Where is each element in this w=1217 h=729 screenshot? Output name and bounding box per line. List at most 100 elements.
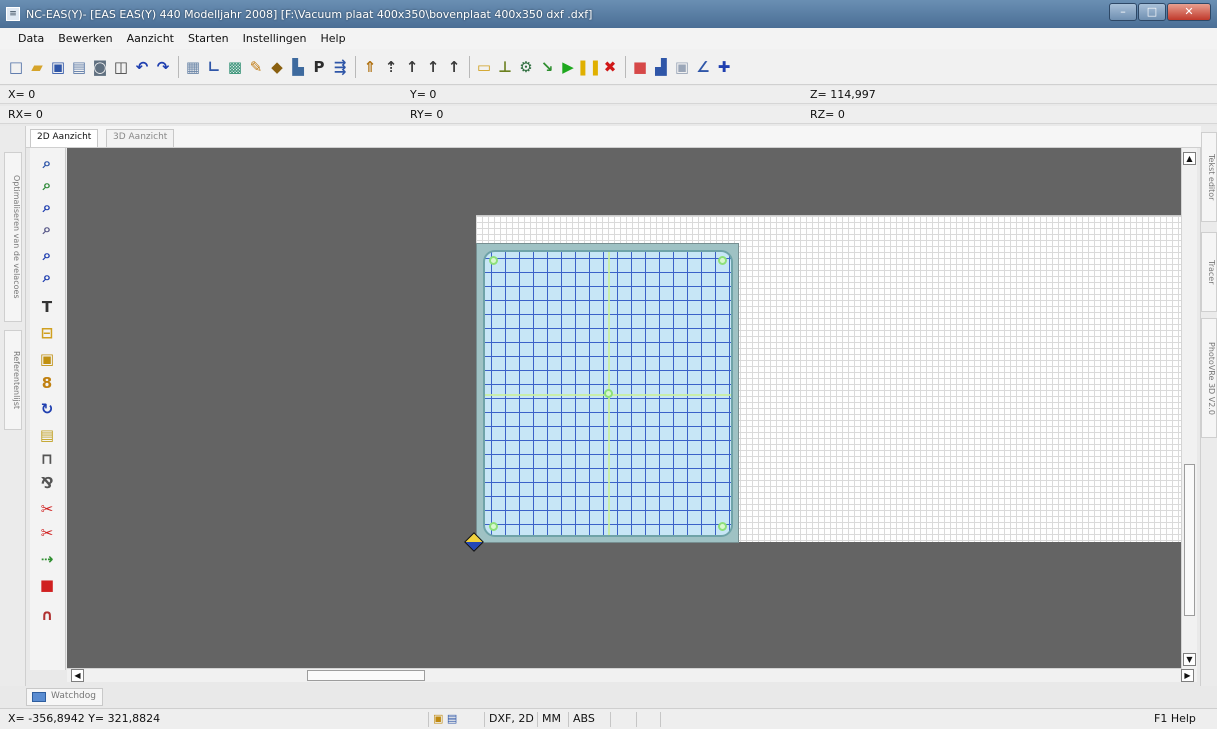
wrench-icon[interactable]: ✎ <box>246 56 266 78</box>
scroll-right-button[interactable]: ▶ <box>1181 669 1194 682</box>
redo-icon[interactable]: ↷ <box>153 56 173 78</box>
copy-icon[interactable]: ◫ <box>111 56 131 78</box>
mode-indicator: ABS <box>568 712 595 727</box>
dim-icon[interactable]: ▣ <box>672 56 692 78</box>
connect-icon[interactable]: ⇢ <box>36 548 58 570</box>
watchdog-tab[interactable]: Watchdog <box>26 688 103 706</box>
document-icon[interactable]: ▤ <box>69 56 89 78</box>
stop-icon[interactable]: ✖ <box>600 56 620 78</box>
frame-icon[interactable]: ▦ <box>183 56 203 78</box>
scroll-down-button[interactable]: ▼ <box>1183 653 1196 666</box>
watchdog-label: Watchdog <box>51 691 96 701</box>
axis-home-icon[interactable]: ⇑ <box>360 56 380 78</box>
x-readout: X= 0 <box>8 88 36 101</box>
open-folder-icon[interactable]: ▰ <box>27 56 47 78</box>
corner-hole <box>489 256 498 265</box>
corner-hole <box>718 522 727 531</box>
left-tab-referentenlijst[interactable]: Referentenlijst <box>4 330 22 430</box>
record-icon[interactable]: ■ <box>630 56 650 78</box>
vacuum-plate[interactable] <box>476 243 739 543</box>
drill-icon[interactable]: ⊓ <box>36 448 58 470</box>
close-button[interactable]: ✕ <box>1167 3 1211 21</box>
vacuum-grooves <box>483 250 733 537</box>
zoom-out-icon[interactable]: ⌕ <box>36 218 58 240</box>
monitor-icon <box>32 692 46 702</box>
grid-icon[interactable]: ▩ <box>225 56 245 78</box>
maximize-button[interactable]: □ <box>1138 3 1166 21</box>
rect-select-icon[interactable]: ▣ <box>36 348 58 370</box>
tab-2d-aanzicht[interactable]: 2D Aanzicht <box>30 129 99 147</box>
left-dock: Optimaliseren van de velacoes Referenten… <box>0 126 26 686</box>
move-icon[interactable]: ✚ <box>714 56 734 78</box>
horizontal-scroll-thumb[interactable] <box>307 670 425 681</box>
menu-help[interactable]: Help <box>321 32 346 45</box>
jump-icon[interactable]: ↘ <box>537 56 557 78</box>
mirror-icon[interactable]: ⅋ <box>36 472 58 494</box>
zoom-prev-icon[interactable]: ⌕ <box>36 244 58 266</box>
right-tab-tekst-editor[interactable]: Tekst editor <box>1201 132 1217 222</box>
status-bar: X= -356,8942 Y= 321,8824 ▣ ▤ DXF, 2D MM … <box>0 708 1217 729</box>
new-file-icon[interactable]: □ <box>6 56 26 78</box>
scroll-up-button[interactable]: ▲ <box>1183 152 1196 165</box>
drawing-canvas[interactable] <box>67 148 1181 668</box>
axis-z-icon[interactable]: ↑ <box>423 56 443 78</box>
tool-change-icon[interactable]: ◆ <box>267 56 287 78</box>
spindle-icon[interactable]: ⇶ <box>330 56 350 78</box>
book-icon[interactable]: ▙ <box>288 56 308 78</box>
right-tab-photovre[interactable]: PhotoVRe 3D V2.0 <box>1201 318 1217 438</box>
zoom-all-icon[interactable]: ⌕ <box>36 174 58 196</box>
camera-icon[interactable]: ◙ <box>90 56 110 78</box>
menu-bar: Data Bewerken Aanzicht Starten Instellin… <box>0 28 1217 49</box>
tab-3d-aanzicht[interactable]: 3D Aanzicht <box>106 129 175 147</box>
undo-icon[interactable]: ↶ <box>132 56 152 78</box>
layer-icon[interactable]: ▤ <box>36 424 58 446</box>
angle-icon[interactable]: ∠ <box>693 56 713 78</box>
scroll-left-button[interactable]: ◀ <box>71 669 84 682</box>
save-icon[interactable]: ▣ <box>48 56 68 78</box>
menu-starten[interactable]: Starten <box>188 32 229 45</box>
coords-row-xyz: X= 0 Y= 0 Z= 114,997 <box>0 86 1217 104</box>
help-hint: F1 Help <box>1154 712 1196 725</box>
program-icon[interactable]: P <box>309 56 329 78</box>
trim-icon[interactable]: ✂ <box>36 498 58 520</box>
right-dock: Tekst editor Tracer PhotoVRe 3D V2.0 <box>1200 126 1217 686</box>
text-tool-icon[interactable]: T <box>36 296 58 318</box>
play-icon[interactable]: ▶ <box>558 56 578 78</box>
left-tab-optimaliseren[interactable]: Optimaliseren van de velacoes <box>4 152 22 322</box>
menu-aanzicht[interactable]: Aanzicht <box>127 32 174 45</box>
menu-bewerken[interactable]: Bewerken <box>58 32 112 45</box>
zoom-next-icon[interactable]: ⌕ <box>36 266 58 288</box>
app-icon[interactable]: ≡ <box>6 7 20 21</box>
axis-x-icon[interactable]: ⇡ <box>381 56 401 78</box>
y-readout: Y= 0 <box>410 88 437 101</box>
toolbar-separator <box>178 55 179 78</box>
view-tabs: 2D Aanzicht 3D Aanzicht <box>26 126 1201 148</box>
zoom-in-icon[interactable]: ⌕ <box>36 196 58 218</box>
line-icon[interactable]: ∟ <box>204 56 224 78</box>
path-icon[interactable]: ∩ <box>36 604 58 626</box>
horizontal-scrollbar[interactable]: ◀ ▶ <box>67 668 1194 682</box>
toolbar-separator <box>355 55 356 78</box>
minimize-button[interactable]: – <box>1109 3 1137 21</box>
stop-square-icon[interactable]: ■ <box>36 574 58 596</box>
probe-icon[interactable]: ⊥ <box>495 56 515 78</box>
file-format: DXF, 2D <box>484 712 534 727</box>
measure-icon[interactable]: ▭ <box>474 56 494 78</box>
pause-icon[interactable]: ❚❚ <box>576 56 601 78</box>
vertical-scroll-thumb[interactable] <box>1184 464 1195 616</box>
unit-indicator: MM <box>537 712 561 727</box>
zoom-window-icon[interactable]: ⌕ <box>36 152 58 174</box>
spray-icon[interactable]: ▟ <box>651 56 671 78</box>
insert-icon[interactable]: ⊟ <box>36 322 58 344</box>
axis-a-icon[interactable]: ↑ <box>444 56 464 78</box>
vertical-scrollbar[interactable]: ▲ ▼ <box>1181 148 1197 682</box>
group-icon[interactable]: 8 <box>36 372 58 394</box>
menu-instellingen[interactable]: Instellingen <box>243 32 307 45</box>
cut-icon[interactable]: ✂ <box>36 522 58 544</box>
axis-y-icon[interactable]: ↑ <box>402 56 422 78</box>
right-tab-tracer[interactable]: Tracer <box>1201 232 1217 312</box>
gear-icon[interactable]: ⚙ <box>516 56 536 78</box>
rotate-icon[interactable]: ↻ <box>36 398 58 420</box>
lock-icon: ▣ <box>433 712 444 725</box>
menu-data[interactable]: Data <box>18 32 44 45</box>
